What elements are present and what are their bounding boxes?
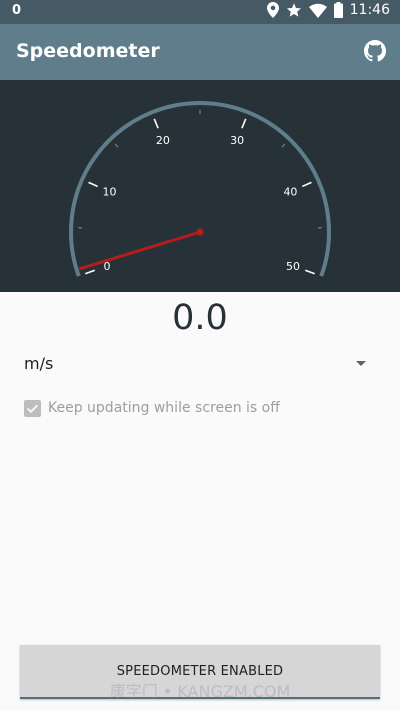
gauge-major-tick — [241, 118, 247, 129]
notification-count: 0 — [12, 3, 22, 18]
speedometer-enabled-button[interactable]: SPEEDOMETER ENABLED — [20, 645, 380, 699]
app-bar: Speedometer — [0, 24, 400, 80]
gauge-tick-label: 40 — [283, 186, 297, 199]
gauge-needle — [78, 230, 202, 271]
speedometer-enabled-label: SPEEDOMETER ENABLED — [116, 663, 284, 679]
app-title: Speedometer — [16, 40, 160, 62]
checkmark-icon — [26, 404, 39, 413]
gauge-major-tick — [85, 269, 96, 275]
gauge-tick-label: 50 — [286, 260, 300, 273]
gauge-major-tick — [304, 269, 315, 275]
gauge-needle-hub — [196, 228, 204, 236]
gauge-tick-label: 10 — [103, 186, 117, 199]
gauge-minor-tick — [281, 143, 286, 148]
gauge-dial: 01020 304050 — [69, 101, 331, 277]
gauge-major-tick — [153, 118, 159, 129]
location-icon — [266, 2, 279, 18]
status-time: 11:46 — [349, 2, 390, 18]
status-icons: 11:46 — [266, 2, 390, 18]
unit-selected-value: m/s — [24, 354, 54, 373]
gauge-major-tick — [301, 181, 312, 188]
keep-updating-label: Keep updating while screen is off — [48, 400, 280, 416]
gauge-tick-label: 30 — [230, 134, 244, 147]
gauge-minor-tick — [114, 143, 119, 148]
github-icon[interactable] — [364, 40, 386, 62]
star-icon — [286, 3, 301, 17]
gauge-tick-label: 20 — [156, 134, 170, 147]
speedometer-gauge: 0 10 20 30 40 50 — [0, 80, 400, 292]
dropdown-arrow-icon — [356, 361, 366, 366]
keep-updating-checkbox[interactable] — [24, 399, 41, 417]
status-bar: 0 11:46 — [0, 0, 400, 24]
keep-updating-row[interactable]: Keep updating while screen is off — [24, 398, 280, 418]
gauge-major-tick — [88, 181, 99, 188]
speed-value: 0.0 — [172, 298, 228, 338]
wifi-icon — [308, 3, 327, 18]
battery-icon — [333, 2, 343, 18]
unit-dropdown[interactable]: m/s — [24, 350, 370, 378]
